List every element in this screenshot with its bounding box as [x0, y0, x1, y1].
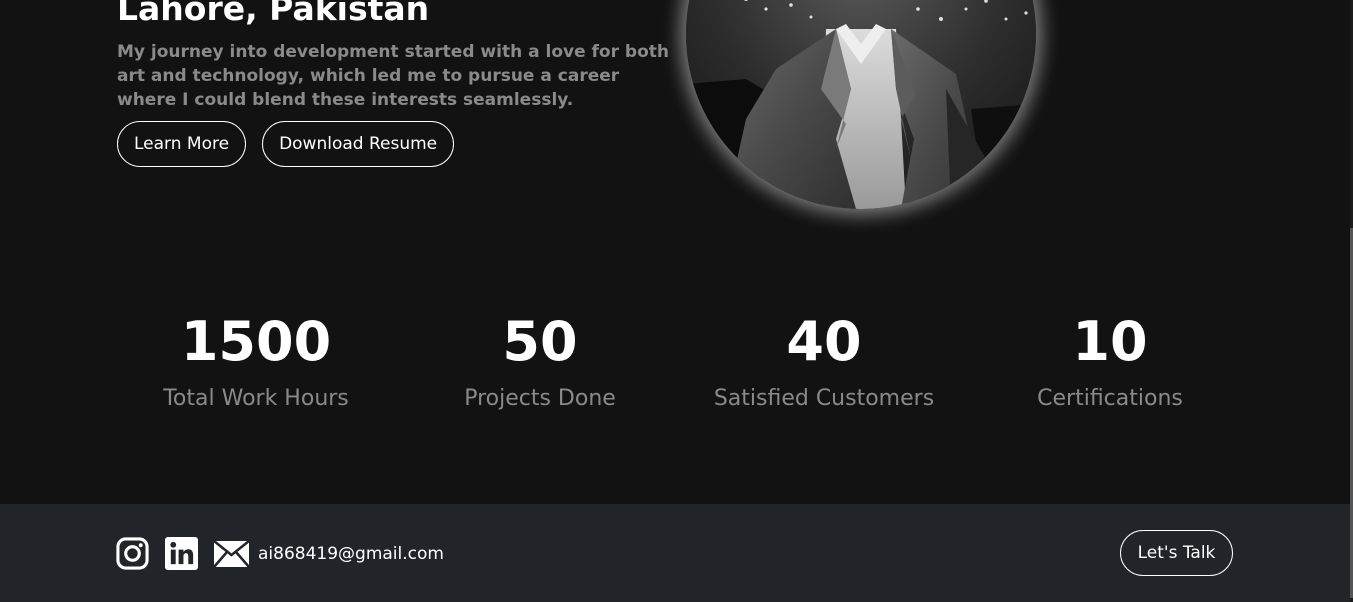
social-links: ai868419@gmail.com [116, 537, 444, 570]
stat-label: Satisfied Customers [713, 386, 935, 411]
stat-projects-done: 50 Projects Done [400, 308, 680, 413]
stat-satisfied-customers: 40 Satisfied Customers [684, 308, 964, 413]
hero-title: Lahore, Pakistan [117, 0, 430, 28]
profile-photo-image [686, 0, 1036, 209]
linkedin-icon[interactable] [165, 537, 198, 570]
mail-icon [213, 539, 250, 568]
stat-value: 40 [786, 310, 862, 373]
stat-label: Projects Done [464, 386, 616, 411]
download-resume-button[interactable]: Download Resume [262, 121, 455, 167]
email-address: ai868419@gmail.com [258, 543, 444, 564]
stat-certifications: 10 Certifications [970, 308, 1250, 413]
stat-value: 10 [1072, 310, 1148, 373]
lets-talk-button[interactable]: Let's Talk [1120, 530, 1233, 576]
stat-value: 50 [502, 310, 578, 373]
stat-label: Certifications [1037, 386, 1183, 411]
hero-description: My journey into development started with… [117, 42, 669, 110]
stat-value: 1500 [180, 310, 332, 373]
hero-section: Lahore, Pakistan My journey into develop… [0, 0, 1353, 504]
instagram-icon[interactable] [116, 537, 149, 570]
hero-text: Lahore, Pakistan My journey into develop… [117, 0, 677, 112]
profile-photo [686, 0, 1036, 209]
stat-label: Total Work Hours [163, 386, 349, 411]
stat-total-work-hours: 1500 Total Work Hours [116, 308, 396, 413]
learn-more-button[interactable]: Learn More [117, 121, 247, 167]
footer: ai868419@gmail.com Let's Talk [0, 504, 1353, 602]
email-link[interactable]: ai868419@gmail.com [213, 539, 444, 568]
hero-buttons: Learn More Download Resume [117, 121, 455, 167]
